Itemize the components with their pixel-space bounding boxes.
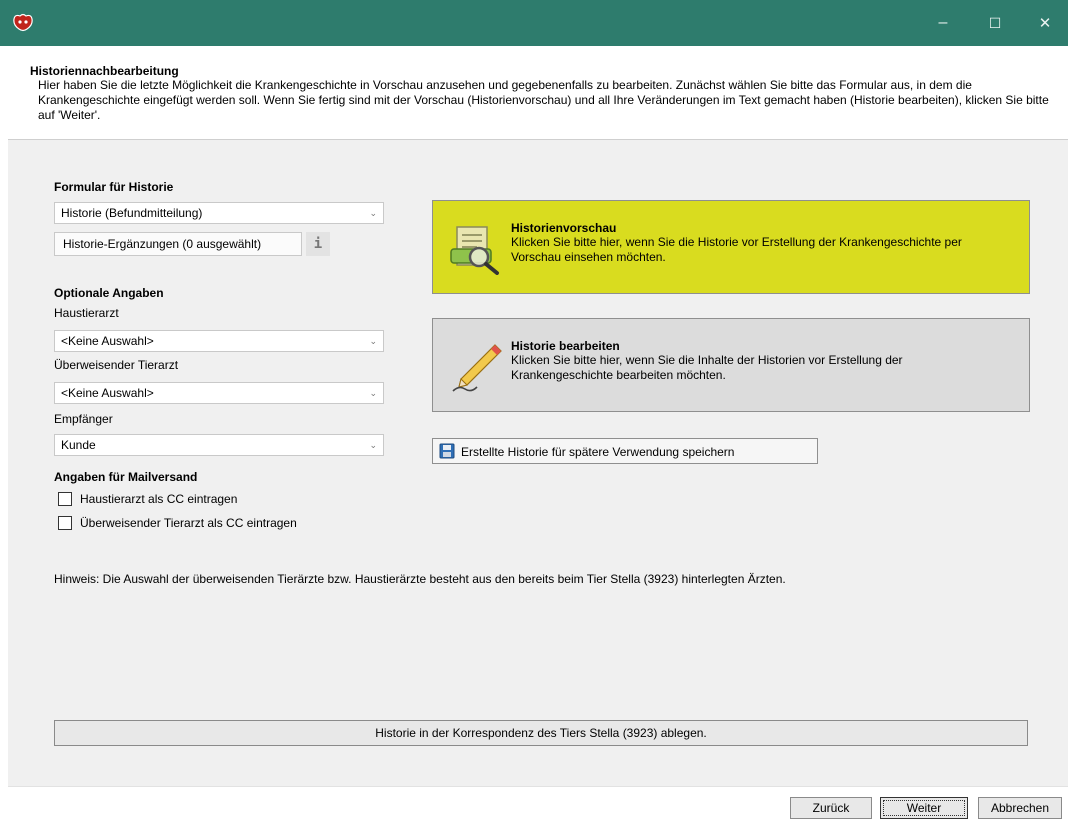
close-button[interactable]: ✕ [1022, 0, 1068, 46]
chevron-down-icon: ⌄ [369, 388, 377, 398]
document-magnifier-icon [450, 226, 499, 275]
archive-toggle-button[interactable]: Historie in der Korrespondenz des Tiers … [54, 720, 1028, 746]
maximize-icon: ☐ [988, 14, 1002, 31]
info-button[interactable]: i [306, 232, 330, 256]
header-title: Historiennachbearbeitung [30, 64, 179, 78]
formular-select-value: Historie (Befundmitteilung) [61, 206, 203, 220]
cc-ueberweisender-label: Überweisender Tierarzt als CC eintragen [80, 516, 297, 530]
mail-section-label: Angaben für Mailversand [54, 470, 198, 484]
app-logo-icon [13, 13, 33, 32]
haustierarzt-select[interactable]: <Keine Auswahl> ⌄ [54, 330, 384, 352]
haustierarzt-select-value: <Keine Auswahl> [61, 334, 154, 348]
ergaenzungen-button[interactable]: Historie-Ergänzungen (0 ausgewählt) [54, 232, 302, 256]
minimize-icon: – [938, 14, 948, 31]
archive-label: Historie in der Korrespondenz des Tiers … [375, 726, 707, 740]
back-button[interactable]: Zurück [790, 797, 872, 819]
cc-ueberweisender-checkbox[interactable] [58, 516, 72, 530]
save-historie-button[interactable]: Erstellte Historie für spätere Verwendun… [432, 438, 818, 464]
ueberweisender-label: Überweisender Tierarzt [54, 358, 179, 372]
ueberweisender-select[interactable]: <Keine Auswahl> ⌄ [54, 382, 384, 404]
historienvorschau-panel[interactable]: Historienvorschau Klicken Sie bitte hier… [432, 200, 1030, 294]
ergaenzungen-label: Historie-Ergänzungen (0 ausgewählt) [63, 237, 262, 251]
chevron-down-icon: ⌄ [369, 336, 377, 346]
cc-haustierarzt-label: Haustierarzt als CC eintragen [80, 492, 238, 506]
info-icon: i [313, 236, 323, 252]
chevron-down-icon: ⌄ [369, 208, 377, 218]
historie-bearbeiten-panel[interactable]: Historie bearbeiten Klicken Sie bitte hi… [432, 318, 1030, 412]
next-button[interactable]: Weiter [880, 797, 968, 819]
minimize-button[interactable]: – [920, 0, 966, 46]
save-historie-label: Erstellte Historie für spätere Verwendun… [461, 445, 735, 459]
floppy-disk-icon [439, 443, 455, 459]
wizard-content: Formular für Historie Historie (Befundmi… [8, 140, 1068, 786]
ueberweisender-select-value: <Keine Auswahl> [61, 386, 154, 400]
chevron-down-icon: ⌄ [369, 440, 377, 450]
wizard-header: Historiennachbearbeitung Hier haben Sie … [8, 46, 1068, 140]
haustierarzt-label: Haustierarzt [54, 306, 119, 320]
empfaenger-select[interactable]: Kunde ⌄ [54, 434, 384, 456]
wizard-footer: Zurück Weiter Abbrechen [8, 786, 1068, 824]
historienvorschau-title: Historienvorschau [511, 221, 617, 235]
title-bar: – ☐ ✕ [0, 0, 1068, 46]
empfaenger-select-value: Kunde [61, 438, 96, 452]
maximize-button[interactable]: ☐ [972, 0, 1018, 46]
form-section-label: Formular für Historie [54, 180, 174, 194]
cancel-label: Abbrechen [990, 801, 1050, 815]
historie-bearbeiten-title: Historie bearbeiten [511, 339, 620, 353]
close-icon: ✕ [1038, 15, 1052, 32]
cc-haustierarzt-checkbox[interactable] [58, 492, 72, 506]
historie-bearbeiten-text: Klicken Sie bitte hier, wenn Sie die Inh… [511, 353, 903, 382]
next-label: Weiter [906, 801, 942, 815]
header-description: Hier haben Sie die letzte Möglichkeit di… [38, 78, 1049, 122]
hint-text: Hinweis: Die Auswahl der überweisenden T… [54, 572, 786, 586]
historienvorschau-text: Klicken Sie bitte hier, wenn Sie die His… [511, 235, 962, 264]
back-label: Zurück [812, 801, 850, 815]
optional-section-label: Optionale Angaben [54, 286, 164, 300]
formular-select[interactable]: Historie (Befundmitteilung) ⌄ [54, 202, 384, 224]
empfaenger-label: Empfänger [54, 412, 113, 426]
pencil-icon [452, 344, 502, 392]
cancel-button[interactable]: Abbrechen [978, 797, 1062, 819]
